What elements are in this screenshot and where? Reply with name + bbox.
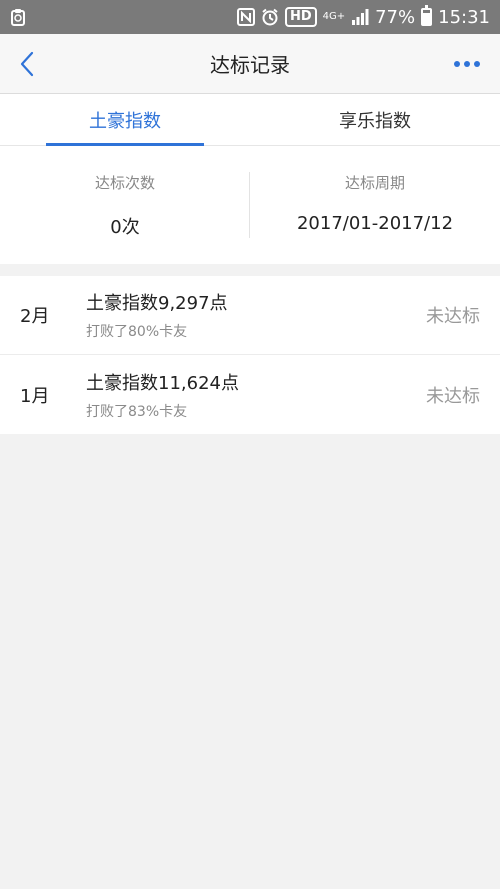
more-button[interactable] bbox=[454, 56, 482, 72]
record-info: 土豪指数9,297点 打败了80%卡友 bbox=[86, 289, 426, 341]
page-title: 达标记录 bbox=[210, 53, 290, 77]
nav-bar: 达标记录 bbox=[0, 34, 500, 94]
count-value: 0次 bbox=[110, 217, 140, 238]
hd-badge: HD bbox=[284, 7, 317, 27]
more-dot-icon bbox=[464, 61, 470, 67]
notification-icon bbox=[10, 8, 26, 26]
status-right: HD 4G+ 77% 15:31 bbox=[236, 5, 490, 28]
record-points: 土豪指数9,297点 bbox=[86, 293, 228, 314]
status-left bbox=[10, 8, 26, 26]
summary-count: 达标次数 0次 bbox=[0, 146, 250, 264]
summary-period: 达标周期 2017/01-2017/12 bbox=[250, 146, 500, 264]
tab-tuhao-index[interactable]: 土豪指数 bbox=[0, 94, 250, 146]
chevron-left-icon bbox=[20, 51, 34, 77]
tab-bar: 土豪指数 享乐指数 bbox=[0, 94, 500, 146]
more-dot-icon bbox=[474, 61, 480, 67]
back-button[interactable] bbox=[14, 50, 42, 78]
record-list: 2月 土豪指数9,297点 打败了80%卡友 未达标 1月 土豪指数11,624… bbox=[0, 276, 500, 434]
record-month: 1月 bbox=[20, 385, 50, 407]
summary-divider bbox=[249, 172, 250, 238]
network-type-label: 4G+ bbox=[322, 11, 346, 22]
record-beat: 打败了83%卡友 bbox=[86, 403, 188, 420]
period-value: 2017/01-2017/12 bbox=[296, 213, 454, 234]
period-label: 达标周期 bbox=[344, 174, 405, 192]
list-item[interactable]: 2月 土豪指数9,297点 打败了80%卡友 未达标 bbox=[0, 276, 500, 355]
record-info: 土豪指数11,624点 打败了83%卡友 bbox=[86, 369, 426, 421]
battery-icon bbox=[421, 5, 433, 26]
list-item[interactable]: 1月 土豪指数11,624点 打败了83%卡友 未达标 bbox=[0, 355, 500, 434]
summary-panel: 达标次数 0次 达标周期 2017/01-2017/12 bbox=[0, 146, 500, 264]
status-bar: HD 4G+ 77% 15:31 bbox=[0, 0, 500, 34]
count-label: 达标次数 bbox=[94, 174, 155, 192]
record-points: 土豪指数11,624点 bbox=[86, 372, 239, 394]
battery-percent: 77% bbox=[375, 6, 416, 28]
record-status: 未达标 bbox=[426, 306, 480, 327]
alarm-icon bbox=[261, 8, 279, 26]
nfc-icon bbox=[236, 8, 255, 26]
status-time: 15:31 bbox=[438, 6, 490, 28]
signal-icon bbox=[351, 9, 369, 25]
more-dot-icon bbox=[454, 61, 460, 67]
tab-enjoyment-index[interactable]: 享乐指数 bbox=[250, 94, 500, 145]
record-status: 未达标 bbox=[426, 385, 480, 407]
record-month: 2月 bbox=[20, 306, 50, 327]
record-beat: 打败了80%卡友 bbox=[86, 324, 188, 340]
